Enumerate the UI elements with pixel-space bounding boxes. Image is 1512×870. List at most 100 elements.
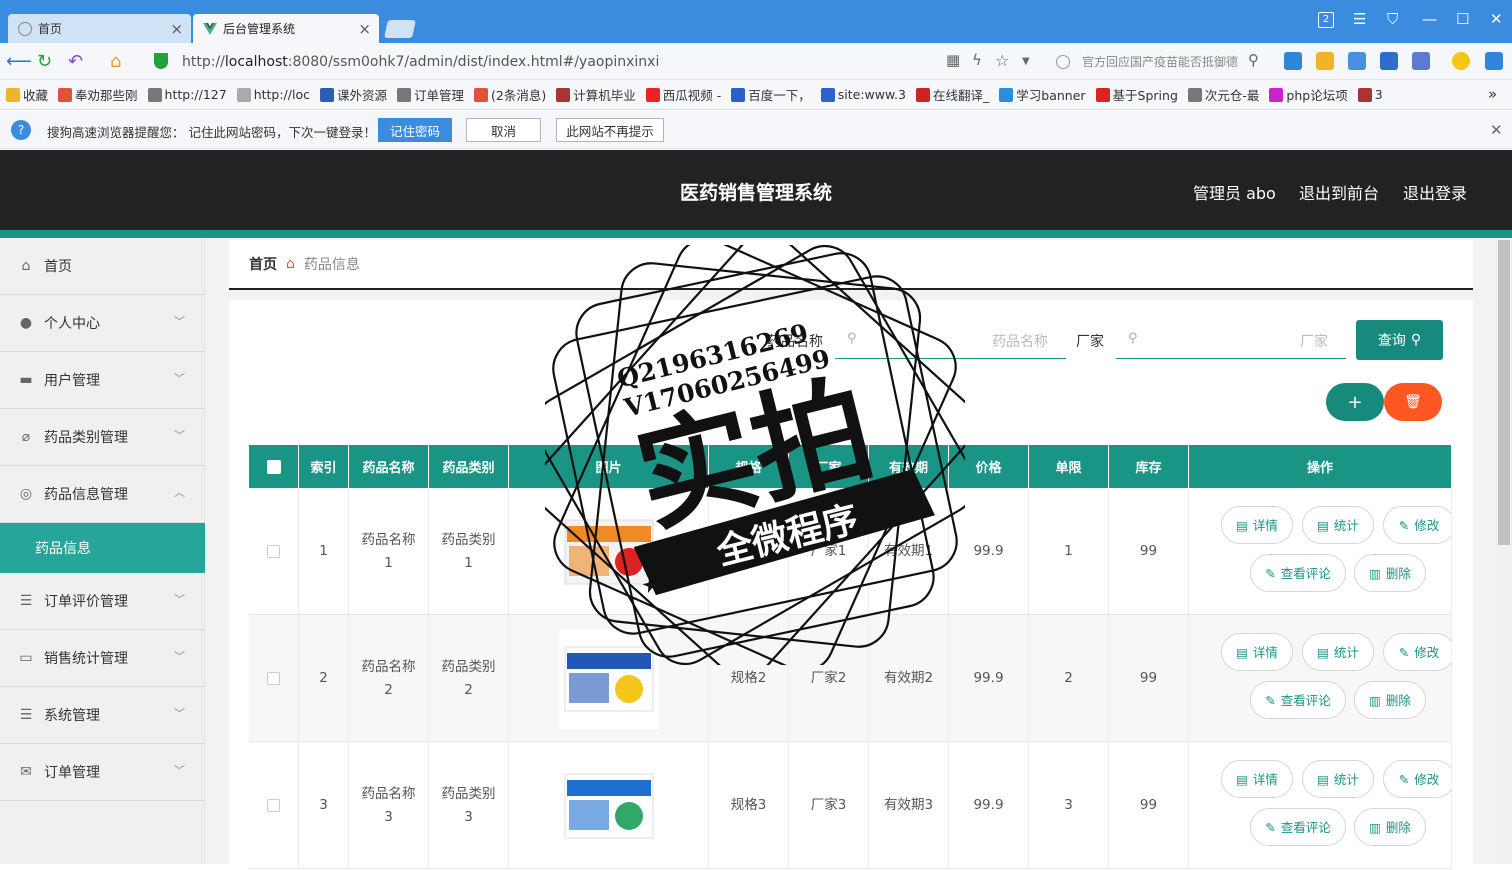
row-checkbox[interactable] — [267, 672, 280, 685]
refresh-icon[interactable]: ↻ — [37, 51, 52, 72]
sidebar-subitem-drug-info[interactable]: 药品信息 — [0, 523, 205, 573]
bookmark-item[interactable]: http://loc — [236, 87, 310, 102]
download-icon[interactable] — [1485, 52, 1503, 70]
emoji-icon[interactable] — [1452, 52, 1470, 70]
name-search-input[interactable]: ⚲ 药品名称 — [835, 321, 1066, 359]
bookmark-item[interactable]: 百度一下， — [731, 85, 811, 104]
logout-link[interactable]: 退出登录 — [1403, 180, 1467, 204]
sidebar-item-1[interactable]: ⌂ 首页 — [0, 238, 205, 295]
bookmark-item[interactable]: 西瓜视频 - — [645, 85, 721, 104]
cell-category: 药品类别 1 — [429, 488, 509, 615]
view-comments-button[interactable]: ✎ 查看评论 — [1250, 554, 1346, 592]
breadcrumb-home[interactable]: 首页 — [249, 254, 277, 274]
maximize-icon[interactable]: ☐ — [1456, 10, 1469, 28]
delete-button[interactable]: ▥ 删除 — [1354, 681, 1426, 719]
delete-button[interactable]: ▥ 删除 — [1354, 554, 1426, 592]
detail-button[interactable]: ▤ 详情 — [1221, 760, 1293, 798]
detail-button[interactable]: ▤ 详情 — [1221, 633, 1293, 671]
sidebar-item-3[interactable]: ▬ 用户管理 ﹀ — [0, 352, 205, 409]
select-all-checkbox[interactable] — [266, 459, 281, 474]
sidebar-item-5[interactable]: ◎ 药品信息管理 ︿ — [0, 466, 205, 523]
view-comments-button[interactable]: ✎ 查看评论 — [1250, 808, 1346, 846]
star-icon[interactable]: ☆ — [995, 51, 1009, 70]
bookmark-item[interactable]: 3 — [1357, 87, 1383, 102]
sidebar-item-label: 用户管理 — [44, 373, 100, 389]
remember-password-button[interactable]: 记住密码 — [378, 118, 452, 142]
edit-button[interactable]: ✎ 修改 — [1383, 633, 1451, 671]
row-checkbox[interactable] — [267, 545, 280, 558]
stats-button[interactable]: ▤ 统计 — [1302, 506, 1374, 544]
stats-button[interactable]: ▤ 统计 — [1302, 760, 1374, 798]
never-prompt-button[interactable]: 此网站不再提示 — [556, 118, 664, 142]
extension-icon[interactable] — [1348, 52, 1366, 70]
bookmark-item[interactable]: 基于Spring — [1095, 85, 1178, 104]
url-path: :8080/ssm0ohk7/admin/dist/index.html#/ya… — [287, 53, 660, 70]
more-bookmarks-icon[interactable]: » — [1488, 85, 1497, 103]
close-icon[interactable]: × — [358, 20, 371, 38]
bookmark-item[interactable]: 订单管理 — [397, 85, 464, 104]
maker-search-input[interactable]: ⚲ 厂家 — [1116, 321, 1346, 359]
undo-icon[interactable]: ↶ — [68, 51, 83, 72]
add-button[interactable]: + — [1326, 383, 1384, 421]
delete-button[interactable]: ▥ 删除 — [1354, 808, 1426, 846]
sidebar-item-9[interactable]: ✉ 订单管理 ﹀ — [0, 744, 205, 801]
page-scrollbar[interactable] — [1496, 238, 1512, 864]
document-icon: ▤ — [1236, 771, 1248, 787]
bookmark-item[interactable]: 次元仓-最 — [1187, 85, 1259, 104]
sidebar-item-6[interactable]: ☰ 订单评价管理 ﹀ — [0, 573, 205, 630]
chevron-up-icon: ︿ — [174, 486, 185, 499]
bookmark-item[interactable]: (2条消息) — [474, 85, 546, 104]
key-icon[interactable] — [1316, 52, 1334, 70]
view-comments-button[interactable]: ✎ 查看评论 — [1250, 681, 1346, 719]
admin-user-link[interactable]: 管理员 abo — [1193, 180, 1276, 204]
search-icon[interactable]: ⚲ — [1248, 51, 1259, 69]
edit-button[interactable]: ✎ 修改 — [1383, 760, 1451, 798]
search-field[interactable]: 官方回应国产疫苗能否抵御德 — [1048, 48, 1270, 75]
scissors-icon[interactable] — [1412, 52, 1430, 70]
bookmark-item[interactable]: site:www.3 — [820, 87, 906, 102]
dropdown-icon[interactable]: ▼ — [1022, 56, 1030, 67]
bookmark-favorites[interactable]: 收藏 — [6, 85, 48, 104]
sidebar-item-7[interactable]: ▭ 销售统计管理 ﹀ — [0, 630, 205, 687]
back-icon[interactable]: ⟵ — [6, 51, 32, 72]
table-row: 2 药品名称 2 药品类别 2 规格2 厂家2 有效期2 99.9 2 99 ▤ 详情 ▤ 统计 ✎ 修改 ✎… — [249, 615, 1452, 742]
cell-text: 有效期3 — [883, 797, 934, 813]
bookmark-item[interactable]: php论坛项 — [1269, 85, 1348, 104]
exit-to-front-link[interactable]: 退出到前台 — [1299, 180, 1379, 204]
skin-icon[interactable]: ⛉ — [1387, 10, 1398, 28]
menu-icon[interactable]: ☰ — [1353, 10, 1366, 28]
bookmark-item[interactable]: 计算机毕业 — [556, 85, 636, 104]
stats-button[interactable]: ▤ 统计 — [1302, 633, 1374, 671]
tab-admin[interactable]: 后台管理系统 × — [193, 14, 379, 43]
edit-button[interactable]: ✎ 修改 — [1383, 506, 1451, 544]
home-icon[interactable]: ⌂ — [110, 51, 121, 72]
new-tab-button[interactable] — [384, 20, 416, 38]
sidebar-item-8[interactable]: ☰ 系统管理 ﹀ — [0, 687, 205, 744]
sidebar-item-4[interactable]: ⌀ 药品类别管理 ﹀ — [0, 409, 205, 466]
lightning-icon[interactable]: ϟ — [972, 51, 982, 69]
notes-icon[interactable] — [1380, 52, 1398, 70]
minimize-icon[interactable]: — — [1422, 10, 1437, 28]
scrollbar-thumb[interactable] — [1498, 240, 1510, 545]
bookmark-item[interactable]: 课外资源 — [319, 85, 387, 104]
qr-icon[interactable]: ▦ — [946, 51, 960, 69]
query-button[interactable]: 查询 ⚲ — [1356, 320, 1443, 360]
url-field[interactable]: http://localhost:8080/ssm0ohk7/admin/dis… — [182, 48, 1072, 75]
close-icon[interactable]: ✕ — [1490, 121, 1503, 139]
close-icon[interactable]: × — [170, 20, 183, 38]
globe-icon — [18, 21, 32, 36]
favicon-icon — [58, 87, 73, 102]
row-checkbox[interactable] — [267, 799, 280, 812]
bookmark-item[interactable]: 学习banner — [999, 85, 1086, 104]
batch-delete-button[interactable]: 🗑 — [1384, 383, 1442, 421]
cancel-button[interactable]: 取消 — [466, 118, 541, 142]
detail-button[interactable]: ▤ 详情 — [1221, 506, 1293, 544]
bookmark-item[interactable]: 奉劝那些刚 — [58, 85, 138, 104]
translate-icon[interactable] — [1284, 52, 1302, 70]
bookmark-item[interactable]: http://127 — [147, 87, 227, 102]
window-count-icon[interactable]: 2 — [1318, 12, 1334, 28]
bookmark-item[interactable]: 在线翻译_ — [916, 85, 989, 104]
close-window-icon[interactable]: ✕ — [1490, 10, 1503, 28]
sidebar-item-2[interactable]: ● 个人中心 ﹀ — [0, 295, 205, 352]
tab-home[interactable]: 首页 × — [8, 14, 191, 43]
